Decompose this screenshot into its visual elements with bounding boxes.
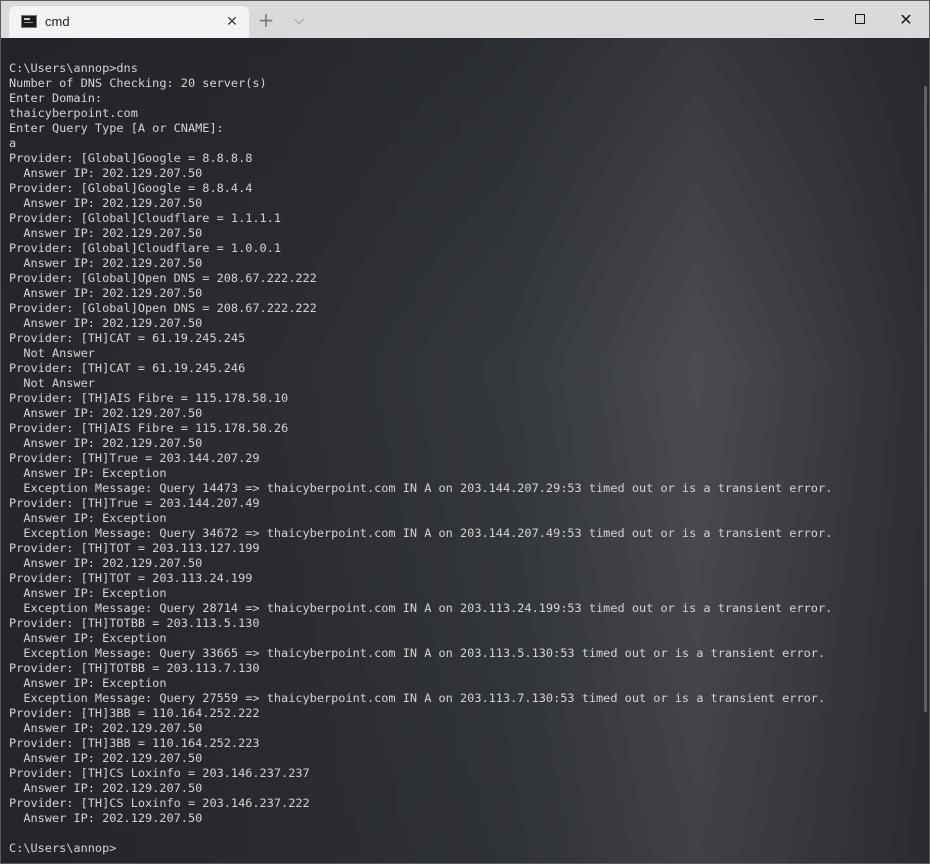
console-line: Answer IP: 202.129.207.50 (9, 286, 203, 300)
console-line: Answer IP: 202.129.207.50 (9, 256, 203, 270)
console-line: Answer IP: 202.129.207.50 (9, 721, 203, 735)
console-line: Provider: [TH]TOT = 203.113.127.199 (9, 541, 260, 555)
maximize-button[interactable] (837, 1, 883, 38)
console-line: Exception Message: Query 14473 => thaicy… (9, 481, 833, 495)
minimize-button[interactable] (796, 1, 842, 38)
console-line: Answer IP: 202.129.207.50 (9, 226, 203, 240)
vertical-scrollbar[interactable] (924, 86, 927, 712)
console-line: Not Answer (9, 346, 95, 360)
console-line: Answer IP: 202.129.207.50 (9, 316, 203, 330)
minimize-icon (814, 19, 824, 20)
console-line: Answer IP: 202.129.207.50 (9, 751, 203, 765)
console-output: C:\Users\annop>dns Number of DNS Checking… (9, 61, 832, 856)
terminal-window: cmd ✕ + ⌵ ✕ C:\Users\annop>dns Number of … (0, 0, 930, 864)
console-line: Answer IP: 202.129.207.50 (9, 556, 203, 570)
console-line: Answer IP: 202.129.207.50 (9, 196, 203, 210)
console-line: Not Answer (9, 376, 95, 390)
tab-cmd[interactable]: cmd ✕ (9, 6, 249, 38)
console-line: Enter Domain: (9, 91, 103, 105)
console-line: Enter Query Type [A or CNAME]: (9, 121, 224, 135)
terminal-output-area[interactable]: C:\Users\annop>dns Number of DNS Checking… (1, 38, 929, 863)
console-line: Answer IP: Exception (9, 676, 167, 690)
console-line: Provider: [Global]Open DNS = 208.67.222.… (9, 271, 317, 285)
console-line: Provider: [TH]TOTBB = 203.113.5.130 (9, 616, 260, 630)
console-line: Provider: [TH]CS Loxinfo = 203.146.237.2… (9, 766, 310, 780)
console-line: Exception Message: Query 34672 => thaicy… (9, 526, 833, 540)
console-line: Provider: [Global]Google = 8.8.8.8 (9, 151, 253, 165)
console-line: Number of DNS Checking: 20 server(s) (9, 76, 267, 90)
console-line: Provider: [TH]True = 203.144.207.29 (9, 451, 260, 465)
console-line: Provider: [TH]True = 203.144.207.49 (9, 496, 260, 510)
console-line: C:\Users\annop>dns (9, 61, 138, 75)
command-prompt-icon (21, 15, 37, 28)
console-line: Provider: [TH]AIS Fibre = 115.178.58.26 (9, 421, 289, 435)
console-line: Answer IP: 202.129.207.50 (9, 781, 203, 795)
console-line: Answer IP: 202.129.207.50 (9, 406, 203, 420)
maximize-icon (855, 14, 865, 24)
console-line: Answer IP: Exception (9, 466, 167, 480)
tab-title: cmd (45, 14, 70, 29)
console-line: Provider: [TH]TOTBB = 203.113.7.130 (9, 661, 260, 675)
console-line: a (9, 136, 17, 150)
console-line: Provider: [TH]3BB = 110.164.252.223 (9, 736, 260, 750)
chevron-down-icon[interactable]: ⌵ (289, 11, 309, 31)
console-line: Provider: [Global]Cloudflare = 1.0.0.1 (9, 241, 282, 255)
console-line: Provider: [TH]3BB = 110.164.252.222 (9, 706, 260, 720)
console-line: Exception Message: Query 27559 => thaicy… (9, 691, 826, 705)
console-line: Provider: [TH]CAT = 61.19.245.245 (9, 331, 246, 345)
console-line: C:\Users\annop> (9, 841, 117, 855)
console-line: Provider: [TH]AIS Fibre = 115.178.58.10 (9, 391, 289, 405)
console-line: Exception Message: Query 28714 => thaicy… (9, 601, 833, 615)
console-line: Answer IP: Exception (9, 586, 167, 600)
close-button[interactable]: ✕ (883, 1, 929, 38)
console-line: thaicyberpoint.com (9, 106, 138, 120)
console-line: Provider: [TH]CS Loxinfo = 203.146.237.2… (9, 796, 310, 810)
title-bar[interactable]: cmd ✕ + ⌵ ✕ (1, 1, 929, 38)
console-line: Provider: [Global]Google = 8.8.4.4 (9, 181, 253, 195)
close-icon: ✕ (899, 10, 913, 29)
console-line: Exception Message: Query 33665 => thaicy… (9, 646, 826, 660)
console-line: Provider: [TH]TOT = 203.113.24.199 (9, 571, 253, 585)
console-line: Answer IP: Exception (9, 511, 167, 525)
console-line: Answer IP: 202.129.207.50 (9, 811, 203, 825)
tab-close-icon[interactable]: ✕ (223, 13, 241, 31)
console-line: Answer IP: 202.129.207.50 (9, 436, 203, 450)
console-line: Provider: [Global]Cloudflare = 1.1.1.1 (9, 211, 282, 225)
console-line: Provider: [Global]Open DNS = 208.67.222.… (9, 301, 317, 315)
new-tab-button[interactable]: + (255, 10, 277, 32)
console-line: Provider: [TH]CAT = 61.19.245.246 (9, 361, 246, 375)
console-line: Answer IP: 202.129.207.50 (9, 166, 203, 180)
console-line: Answer IP: Exception (9, 631, 167, 645)
